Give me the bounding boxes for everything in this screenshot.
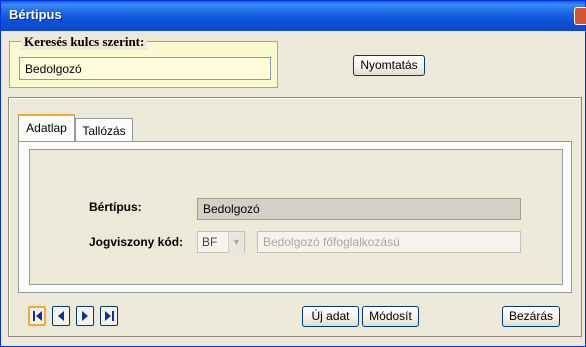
modify-button[interactable]: Módosít bbox=[362, 306, 419, 327]
jogviszony-code-value: BF bbox=[202, 235, 218, 249]
modify-label: Módosít bbox=[369, 309, 412, 323]
window-title: Bértipus bbox=[9, 7, 62, 22]
close-button[interactable]: Bezárás bbox=[502, 306, 560, 327]
jogviszony-description-field: Bedolgozó főfoglalkozású bbox=[257, 231, 521, 253]
title-bar[interactable]: Bértipus bbox=[1, 1, 586, 31]
tab-adatlap[interactable]: Adatlap bbox=[18, 114, 75, 142]
print-button-label: Nyomtatás bbox=[360, 58, 418, 72]
jogviszony-label: Jogviszony kód: bbox=[89, 235, 184, 249]
search-legend: Keresés kulcs szerint: bbox=[21, 34, 148, 50]
bertipus-label: Bértípus: bbox=[89, 200, 142, 214]
chevron-down-icon[interactable]: ▼ bbox=[228, 232, 244, 253]
print-button[interactable]: Nyomtatás bbox=[353, 55, 425, 76]
next-record-icon bbox=[82, 311, 88, 321]
first-record-icon bbox=[33, 311, 42, 321]
tab-tallozas-label: Tallózás bbox=[82, 124, 126, 138]
close-label: Bezárás bbox=[508, 309, 554, 323]
bertipus-field[interactable]: Bedolgozó bbox=[197, 198, 521, 220]
tab-adatlap-label: Adatlap bbox=[26, 121, 67, 135]
last-record-icon bbox=[105, 311, 114, 321]
tab-tallozas[interactable]: Tallózás bbox=[75, 118, 133, 142]
close-window-icon[interactable] bbox=[574, 7, 586, 25]
previous-record-button[interactable] bbox=[52, 306, 70, 326]
previous-record-icon bbox=[58, 311, 64, 321]
first-record-button[interactable] bbox=[28, 306, 46, 326]
jogviszony-code-select[interactable]: BF ▼ bbox=[197, 231, 245, 253]
next-record-button[interactable] bbox=[76, 306, 94, 326]
last-record-button[interactable] bbox=[100, 306, 118, 326]
new-record-button[interactable]: Új adat bbox=[302, 306, 359, 327]
search-input[interactable]: Bedolgozó bbox=[19, 57, 271, 80]
application-window: Bértipus Keresés kulcs szerint: Bedolgoz… bbox=[0, 0, 586, 347]
new-record-label: Új adat bbox=[311, 309, 350, 323]
